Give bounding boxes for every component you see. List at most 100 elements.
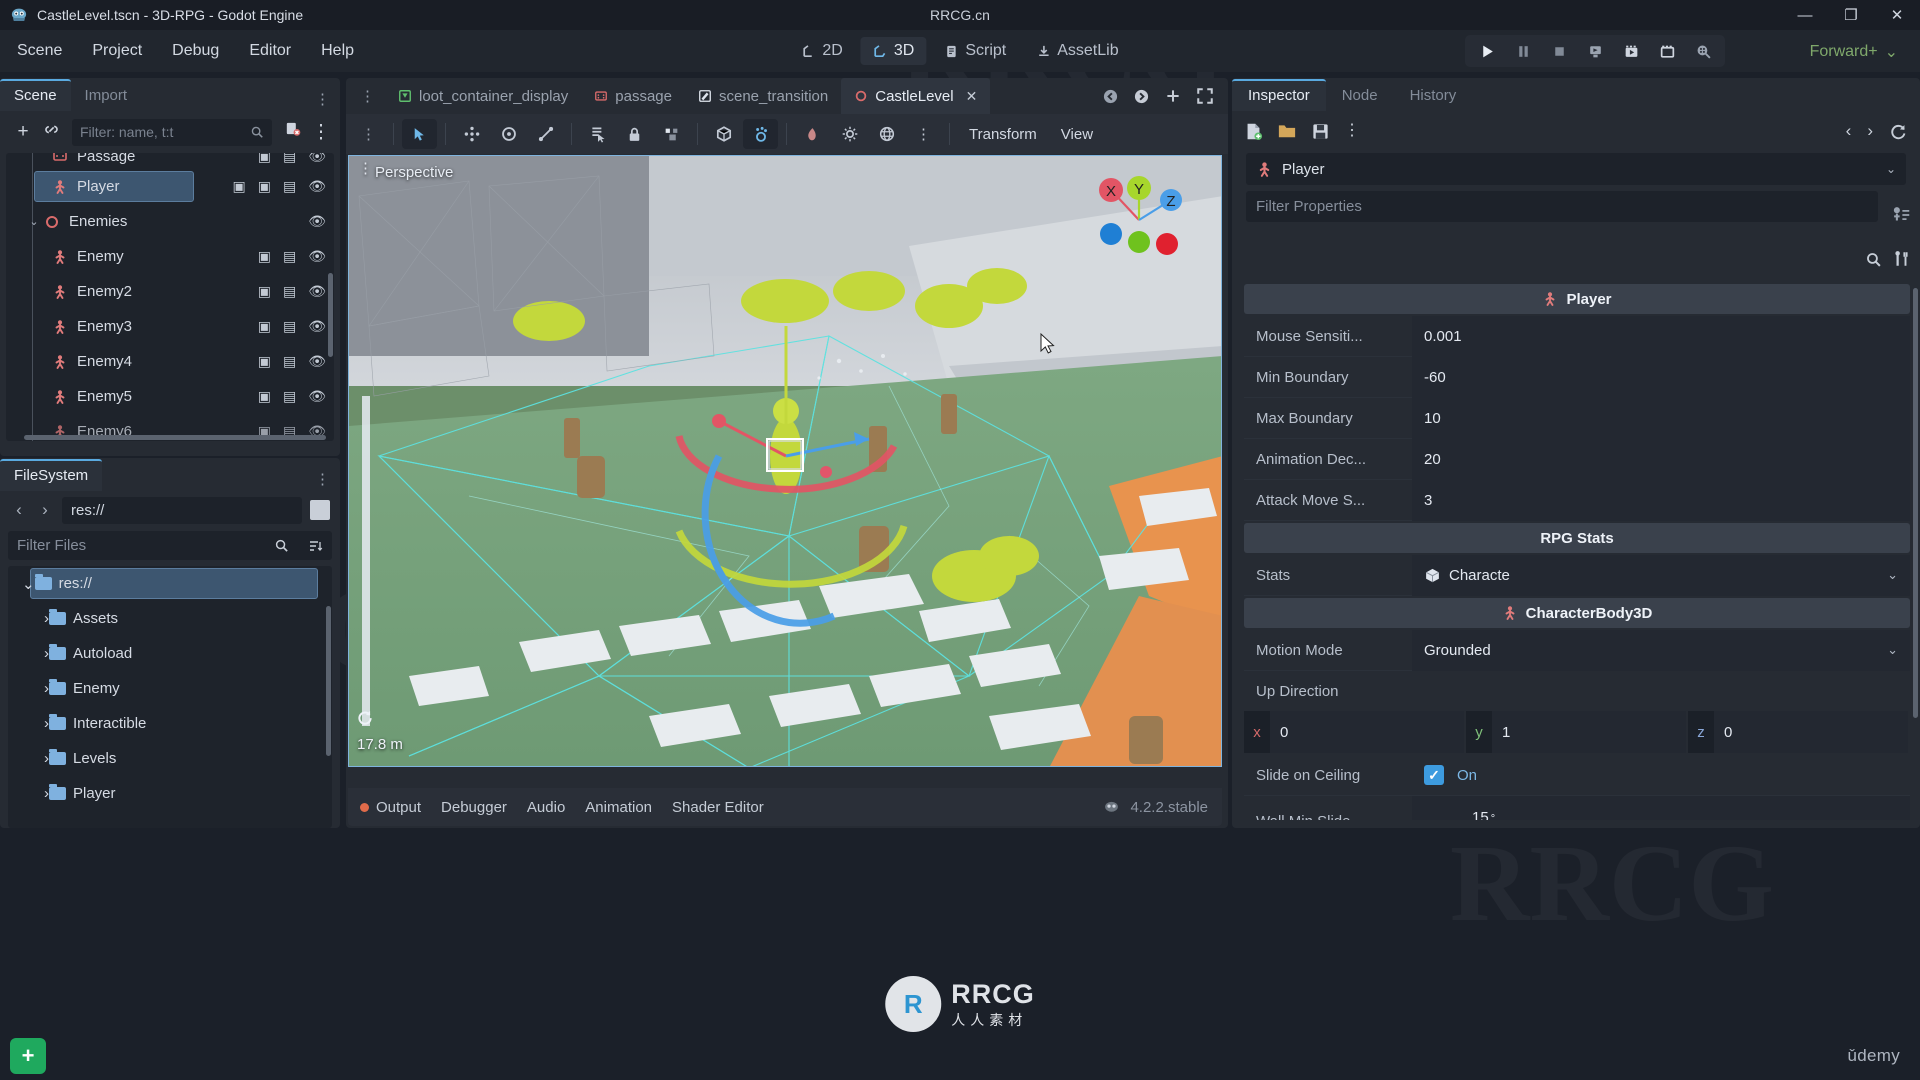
- property-row-max-boundary[interactable]: Max Boundary 10: [1244, 397, 1910, 439]
- menu-help[interactable]: Help: [308, 38, 367, 64]
- fs-row-root[interactable]: ⌄ res://: [8, 566, 332, 601]
- visibility-icon[interactable]: 👁: [308, 248, 326, 265]
- rotate-tool[interactable]: [491, 119, 526, 149]
- tree-row[interactable]: Enemy ▣ ▤ 👁: [6, 239, 334, 274]
- close-button[interactable]: ✕: [1874, 0, 1920, 30]
- script-icon[interactable]: ▤: [283, 153, 296, 165]
- fs-row-assets[interactable]: › Assets: [8, 601, 332, 636]
- stop-project-button[interactable]: [1542, 37, 1576, 65]
- play-custom-scene-button[interactable]: [1650, 37, 1684, 65]
- inspector-vscrollbar[interactable]: [1913, 288, 1918, 718]
- property-row-wall-min-slide-angle[interactable]: Wall Min Slide ... 15 °: [1244, 795, 1910, 821]
- viewport-menu-icon[interactable]: ⋮: [358, 161, 373, 176]
- viewport-options-tool[interactable]: ⋮: [906, 119, 941, 149]
- scene-dock-menu-icon[interactable]: ⋮: [315, 92, 330, 107]
- tree-row-enemies[interactable]: ⌄ Enemies 👁: [6, 204, 334, 239]
- tab-history[interactable]: History: [1394, 79, 1473, 111]
- inspector-tools-icon[interactable]: [1892, 250, 1910, 268]
- scene-tree[interactable]: Passage ▣ ▤ 👁 Player ▣ ▣ ▤ 👁 ⌄ Enemies 👁…: [6, 153, 334, 441]
- animation-icon[interactable]: ▣: [258, 178, 271, 195]
- scene-tab-loot-container-display[interactable]: loot_container_display: [385, 78, 581, 114]
- tree-row-player[interactable]: Player ▣ ▣ ▤ 👁: [6, 169, 334, 204]
- visibility-icon[interactable]: 👁: [308, 153, 326, 165]
- sort-icon[interactable]: [307, 538, 323, 554]
- distraction-free-icon[interactable]: [1196, 87, 1214, 105]
- fs-row-autoload[interactable]: › Autoload: [8, 636, 332, 671]
- preview-sun-tool[interactable]: [832, 119, 867, 149]
- script-icon[interactable]: ▤: [283, 283, 296, 300]
- property-value[interactable]: 3: [1412, 479, 1910, 521]
- property-row-min-boundary[interactable]: Min Boundary -60: [1244, 356, 1910, 398]
- property-value[interactable]: 10: [1412, 397, 1910, 439]
- bottom-panel-output[interactable]: Output: [360, 799, 421, 816]
- inspector-node-selector[interactable]: Player ⌄: [1246, 153, 1906, 185]
- visibility-icon[interactable]: 👁: [308, 283, 326, 300]
- tab-filesystem[interactable]: FileSystem: [0, 459, 103, 491]
- bottom-panel-animation[interactable]: Animation: [585, 799, 652, 816]
- fs-row-levels[interactable]: › Levels: [8, 741, 332, 776]
- plus-icon[interactable]: +: [12, 121, 34, 143]
- fs-row-enemy[interactable]: › Enemy: [8, 671, 332, 706]
- vector-field-z[interactable]: z 0: [1688, 711, 1908, 753]
- resource-menu-icon[interactable]: ⋮: [1344, 123, 1360, 138]
- forward-icon[interactable]: ›: [1867, 121, 1873, 141]
- nav-back-icon[interactable]: ‹: [10, 500, 28, 520]
- property-row-motion-mode[interactable]: Motion Mode Grounded ⌄: [1244, 629, 1910, 671]
- filesystem-vscrollbar[interactable]: [326, 606, 331, 756]
- 3d-viewport[interactable]: ⋮ Perspective X Y Z 17.8 m: [348, 155, 1222, 767]
- menu-scene[interactable]: Scene: [4, 38, 75, 64]
- axis-value-y[interactable]: 1: [1492, 724, 1510, 741]
- property-row-mouse-sensitivity[interactable]: Mouse Sensiti... 0.001: [1244, 315, 1910, 357]
- chevron-down-icon[interactable]: ⌄: [22, 575, 35, 593]
- menu-debug[interactable]: Debug: [159, 38, 232, 64]
- visibility-icon[interactable]: 👁: [308, 388, 326, 405]
- play-scene-button[interactable]: [1614, 37, 1648, 65]
- viewport-axis-gizmo[interactable]: X Y Z: [1091, 172, 1187, 258]
- tree-row[interactable]: Enemy4 ▣ ▤ 👁: [6, 344, 334, 379]
- close-icon[interactable]: ✕: [966, 88, 978, 105]
- tab-node[interactable]: Node: [1326, 79, 1394, 111]
- visibility-icon[interactable]: 👁: [308, 178, 326, 195]
- axis-value-z[interactable]: 0: [1714, 724, 1732, 741]
- chevron-down-icon[interactable]: ⌄: [1887, 642, 1898, 658]
- instance-child-scene-icon[interactable]: [40, 121, 62, 144]
- property-row-slide-on-ceiling[interactable]: Slide on Ceiling ✓ On: [1244, 755, 1910, 796]
- new-resource-icon[interactable]: [1244, 122, 1263, 141]
- vector-field-x[interactable]: x 0: [1244, 711, 1464, 753]
- property-row-attack-move-speed[interactable]: Attack Move S... 3: [1244, 479, 1910, 521]
- property-value-container[interactable]: Characte ⌄: [1412, 554, 1910, 596]
- ruler-tool[interactable]: [795, 119, 830, 149]
- animation-icon[interactable]: ▣: [258, 153, 271, 165]
- animation-icon[interactable]: ▣: [258, 388, 271, 405]
- animation-icon[interactable]: ▣: [258, 318, 271, 335]
- attach-script-icon[interactable]: [282, 120, 304, 144]
- toggle-split-mode-button[interactable]: [310, 500, 330, 520]
- scene-tree-options-icon[interactable]: ⋮: [310, 121, 332, 144]
- app-launcher-icon[interactable]: +: [10, 1038, 46, 1074]
- axis-value-x[interactable]: 0: [1270, 724, 1288, 741]
- property-value-container[interactable]: 15 °: [1412, 795, 1910, 821]
- movie-maker-button[interactable]: [1686, 37, 1720, 65]
- scene-tab-scene-transition[interactable]: scene_transition: [685, 78, 841, 114]
- move-tool[interactable]: [454, 119, 489, 149]
- menu-editor[interactable]: Editor: [236, 38, 304, 64]
- filesystem-path-input[interactable]: res://: [62, 496, 302, 524]
- animation-icon[interactable]: ▣: [258, 283, 271, 300]
- menu-project[interactable]: Project: [79, 38, 155, 64]
- save-resource-icon[interactable]: [1311, 122, 1330, 141]
- script-icon[interactable]: ▤: [283, 178, 296, 195]
- tree-row[interactable]: Enemy5 ▣ ▤ 👁: [6, 379, 334, 414]
- filesystem-tree[interactable]: ⌄ res:// › Assets › Autoload › Enemy › I…: [8, 566, 332, 828]
- tree-row[interactable]: Passage ▣ ▤ 👁: [6, 153, 334, 169]
- property-value[interactable]: 0.001: [1412, 315, 1910, 357]
- chevron-down-icon[interactable]: ⌄: [26, 215, 42, 228]
- property-value[interactable]: 15: [1472, 809, 1489, 821]
- bottom-panel-shader-editor[interactable]: Shader Editor: [672, 799, 764, 816]
- tab-2d[interactable]: 2D: [789, 37, 854, 65]
- scene-tab-passage[interactable]: passage: [581, 78, 685, 114]
- tab-assetlib[interactable]: AssetLib: [1024, 37, 1130, 65]
- minimize-button[interactable]: —: [1782, 0, 1828, 30]
- filesystem-dock-menu-icon[interactable]: ⋮: [315, 472, 330, 487]
- property-row-animation-deceleration[interactable]: Animation Dec... 20: [1244, 438, 1910, 480]
- inspector-property-list[interactable]: Player Mouse Sensiti... 0.001 Min Bounda…: [1244, 284, 1910, 820]
